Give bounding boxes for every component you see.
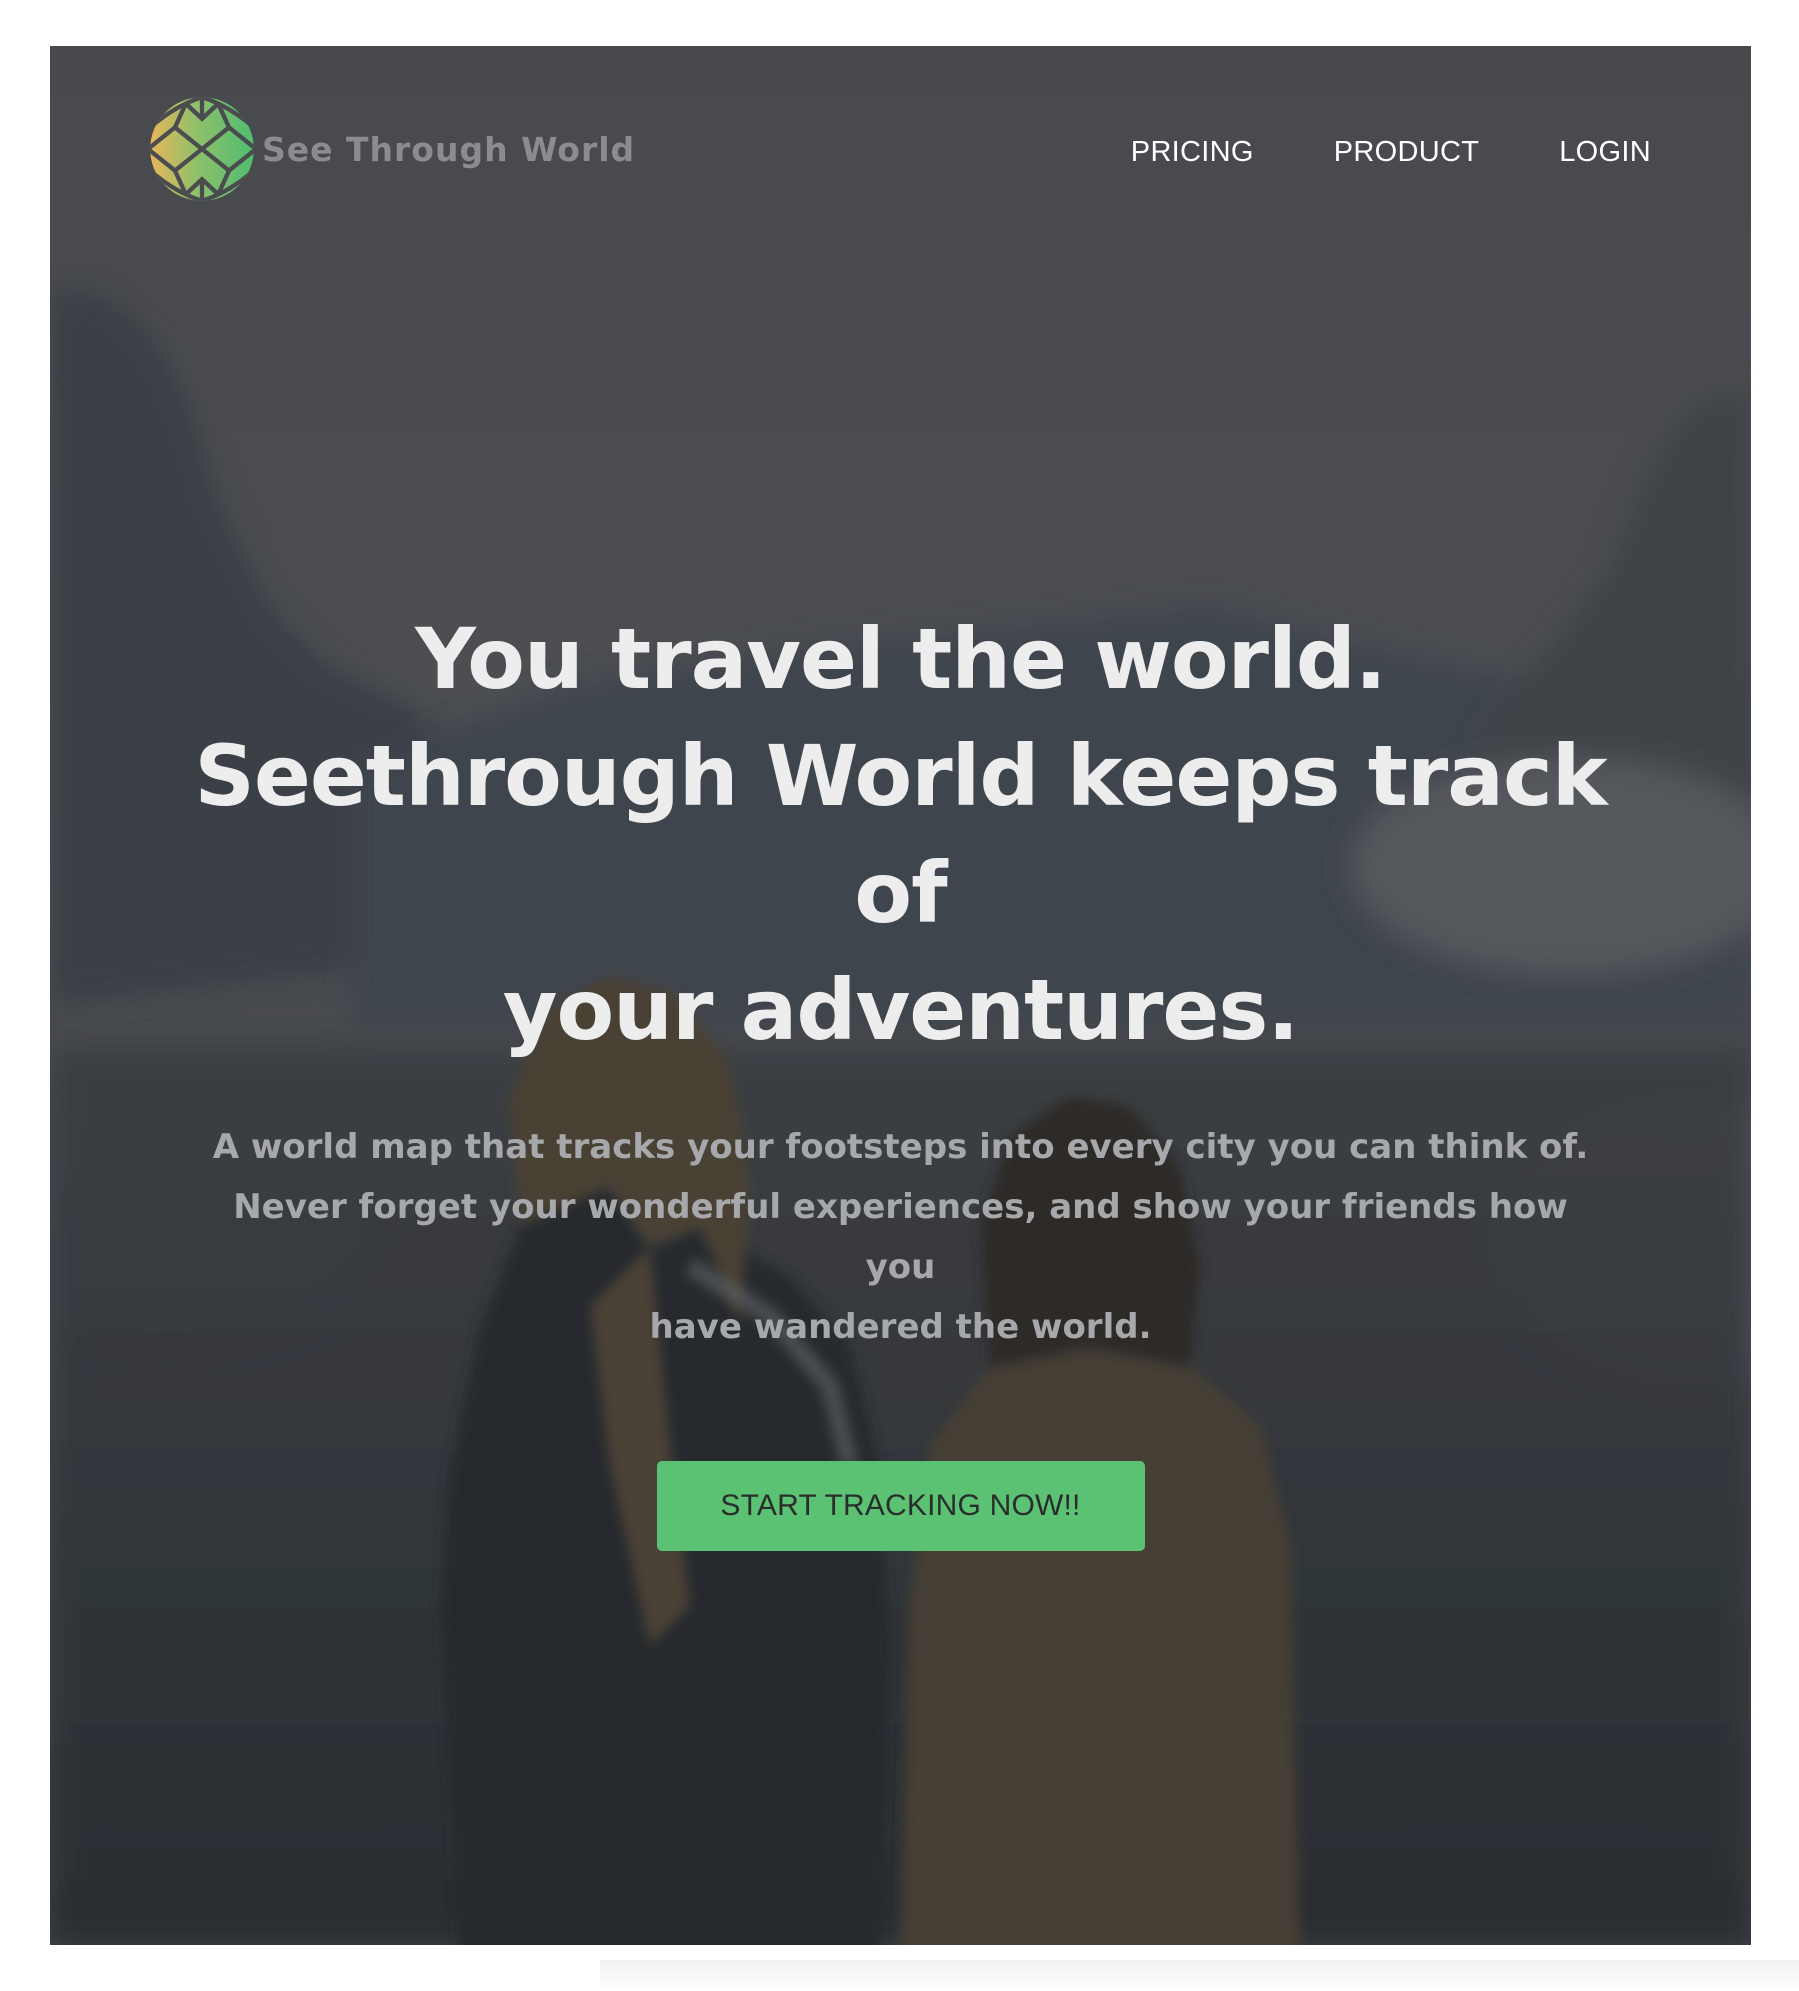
nav-link-login[interactable]: LOGIN — [1559, 136, 1651, 169]
page-shadow — [600, 1960, 1799, 1991]
hero-headline: You travel the world. Seethrough World k… — [151, 601, 1651, 1069]
hero-description-line: A world map that tracks your footsteps i… — [212, 1127, 1589, 1167]
hero-headline-line: You travel the world. — [415, 610, 1387, 708]
nav-links: PRICING PRODUCT LOGIN — [1131, 136, 1651, 169]
start-tracking-button[interactable]: START TRACKING NOW!! — [656, 1461, 1145, 1551]
top-navigation: See Through World PRICING PRODUCT LOGIN — [50, 46, 1751, 246]
nav-link-pricing[interactable]: PRICING — [1131, 136, 1254, 169]
hero-description-line: Never forget your wonderful experiences,… — [233, 1187, 1568, 1287]
globe-mosaic-icon — [150, 97, 254, 201]
hero-headline-line: your adventures. — [502, 961, 1300, 1059]
hero-headline-line: Seethrough World keeps track of — [194, 727, 1607, 942]
hero-section: See Through World PRICING PRODUCT LOGIN … — [50, 46, 1751, 1945]
hero-content: You travel the world. Seethrough World k… — [50, 601, 1751, 1551]
nav-link-product[interactable]: PRODUCT — [1334, 136, 1480, 169]
hero-description-line: have wandered the world. — [649, 1307, 1152, 1347]
hero-description: A world map that tracks your footsteps i… — [201, 1117, 1601, 1357]
brand-name: See Through World — [262, 129, 636, 169]
brand-logo[interactable]: See Through World — [148, 94, 635, 204]
